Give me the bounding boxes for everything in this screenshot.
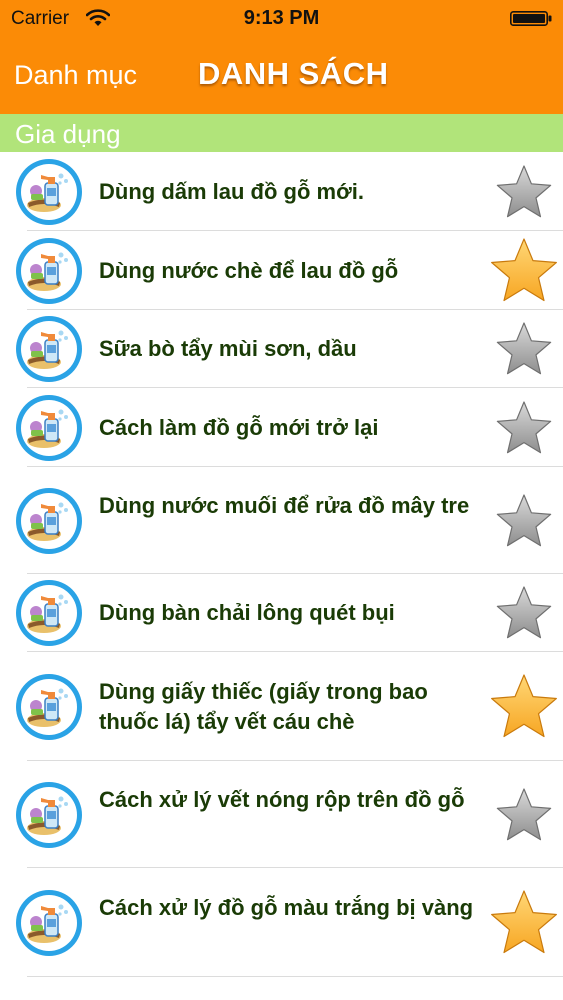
page-title: DANH SÁCH (198, 56, 389, 91)
star-filled-icon[interactable] (489, 236, 559, 311)
section-title: Gia dụng (15, 119, 121, 149)
battery-icon (510, 11, 552, 26)
list-item-title: Dùng nước muối để rửa đồ mây tre (99, 492, 470, 518)
list-item-title: Cách làm đồ gỗ mới trở lại (99, 414, 379, 440)
list-item-title: Cách xử lý vết nóng rộp trên đồ gỗ (99, 786, 465, 812)
star-filled-icon[interactable] (489, 888, 559, 963)
list-item-title: Sữa bò tẩy mùi sơn, dầu (99, 336, 357, 361)
list-item-title: Dùng bàn chải lông quét bụi (99, 600, 395, 625)
cleaning-supplies-icon (15, 579, 83, 647)
list-item[interactable]: Dùng dấm lau đồ gỗ mới. (0, 152, 563, 231)
cleaning-supplies-icon (15, 237, 83, 305)
cleaning-supplies-icon (15, 673, 83, 741)
section-header: Gia dụng (0, 114, 563, 152)
list-item[interactable]: Sữa bò tẩy mùi sơn, dầu (0, 310, 563, 388)
list-item[interactable]: Dùng nước muối để rửa đồ mây tre (0, 467, 563, 574)
list-item[interactable]: Dùng giấy thiếc (giấy trong bao thuốc lá… (0, 652, 563, 761)
list-item-title: Dùng giấy thiếc (giấy trong bao thuốc lá… (99, 678, 428, 734)
list-item-title: Cách xử lý đồ gỗ màu trắng bị vàng (99, 894, 474, 920)
list-item[interactable]: Dùng nước chè để lau đồ gỗ (0, 231, 563, 310)
star-empty-icon[interactable] (495, 492, 553, 555)
status-bar: Carrier 9:13 PM (0, 0, 563, 40)
star-empty-icon[interactable] (495, 399, 553, 462)
list-item[interactable]: Cách xử lý vết nóng rộp trên đồ gỗ (0, 761, 563, 868)
star-filled-icon[interactable] (489, 672, 559, 747)
navigation-header: Carrier 9:13 PM Danh mục DANH SÁCH (0, 0, 563, 114)
cleaning-supplies-icon (15, 889, 83, 957)
cleaning-supplies-icon (15, 315, 83, 383)
item-list: Dùng dấm lau đồ gỗ mới. Dùng nước chè để … (0, 152, 563, 977)
list-item-title: Dùng nước chè để lau đồ gỗ (99, 257, 399, 283)
back-button[interactable]: Danh mục (14, 60, 137, 91)
list-item[interactable]: Dùng bàn chải lông quét bụi (0, 574, 563, 652)
star-empty-icon[interactable] (495, 786, 553, 849)
cleaning-supplies-icon (15, 158, 83, 226)
star-empty-icon[interactable] (495, 584, 553, 647)
status-time: 9:13 PM (243, 7, 320, 29)
list-item[interactable]: Cách làm đồ gỗ mới trở lại (0, 388, 563, 467)
star-empty-icon[interactable] (495, 163, 553, 226)
cleaning-supplies-icon (15, 487, 83, 555)
list-item-title: Dùng dấm lau đồ gỗ mới. (99, 178, 364, 204)
cleaning-supplies-icon (15, 781, 83, 849)
star-empty-icon[interactable] (495, 320, 553, 383)
cleaning-supplies-icon (15, 394, 83, 462)
list-item[interactable]: Cách xử lý đồ gỗ màu trắng bị vàng (0, 868, 563, 977)
